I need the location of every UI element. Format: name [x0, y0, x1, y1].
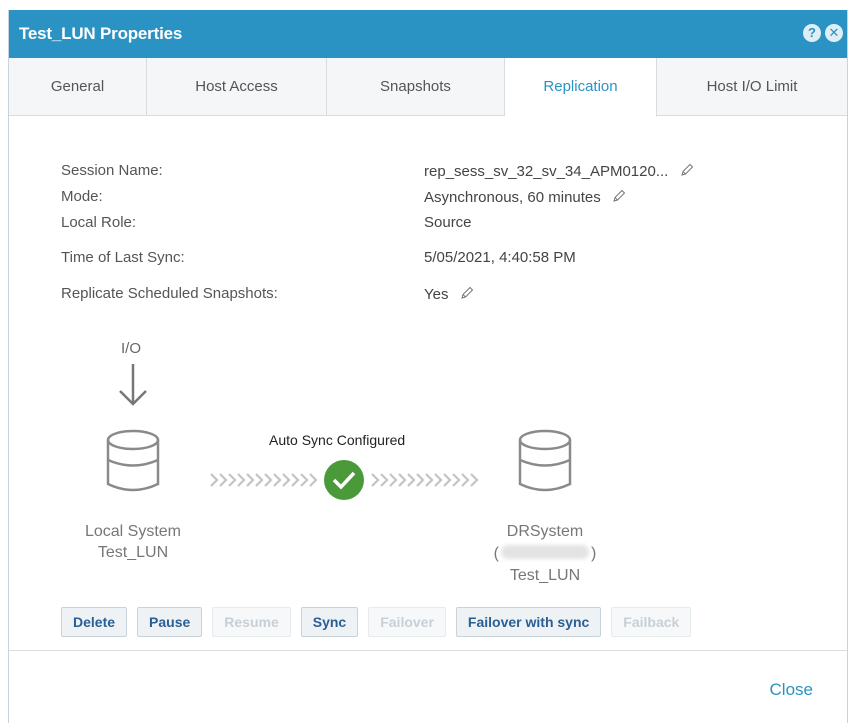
close-icon[interactable]: ✕ [825, 24, 843, 42]
tab-host-io-limit[interactable]: Host I/O Limit [657, 58, 847, 116]
remote-lun-label: Test_LUN [509, 567, 581, 584]
remote-address: () [455, 545, 635, 563]
local-lun-label: Test_LUN [97, 544, 169, 561]
edit-session-name-icon[interactable] [679, 162, 695, 178]
replication-actions: Delete Pause Resume Sync Failover Failov… [61, 607, 692, 637]
help-icon[interactable]: ? [803, 24, 821, 42]
local-role-value: Source [424, 214, 472, 231]
remote-address-close: ) [591, 545, 597, 562]
local-system-label: Local System [84, 523, 182, 540]
session-name-text: rep_sess_sv_32_sv_34_APM0120... [424, 163, 669, 180]
failback-button[interactable]: Failback [611, 607, 692, 637]
dialog-title: Test_LUN Properties [19, 24, 183, 43]
check-circle-icon [324, 460, 364, 500]
replication-link [210, 460, 479, 500]
mode-label: Mode: [61, 188, 103, 205]
sync-status-label: Auto Sync Configured [269, 432, 406, 448]
session-name-label: Session Name: [61, 162, 163, 179]
session-name-value: rep_sess_sv_32_sv_34_APM0120... [424, 162, 695, 180]
chevrons-left-icon [210, 473, 318, 487]
tab-snapshots[interactable]: Snapshots [327, 58, 505, 116]
io-label: I/O [121, 340, 142, 357]
remote-system-label: DRSystem [506, 523, 584, 540]
arrow-down-icon [119, 364, 147, 406]
failover-button[interactable]: Failover [368, 607, 446, 637]
resume-button[interactable]: Resume [212, 607, 291, 637]
mode-text: Asynchronous, 60 minutes [424, 189, 601, 206]
last-sync-value: 5/05/2021, 4:40:58 PM [424, 249, 576, 266]
tab-general[interactable]: General [9, 58, 147, 116]
footer-divider [9, 650, 847, 651]
remote-address-open: ( [493, 545, 499, 562]
last-sync-label: Time of Last Sync: [61, 249, 185, 266]
close-button[interactable]: Close [770, 680, 813, 700]
sync-button[interactable]: Sync [300, 607, 359, 637]
dialog-title-bar: Test_LUN Properties ? ✕ [9, 10, 847, 58]
mode-value: Asynchronous, 60 minutes [424, 188, 627, 206]
tab-replication[interactable]: Replication [505, 58, 657, 117]
replicate-snapshots-text: Yes [424, 286, 449, 303]
edit-replicate-snapshots-icon[interactable] [459, 285, 475, 301]
replicate-snapshots-label: Replicate Scheduled Snapshots: [61, 285, 278, 302]
tab-host-access[interactable]: Host Access [147, 58, 327, 116]
local-role-label: Local Role: [61, 214, 137, 231]
local-database-icon [106, 429, 160, 492]
redacted-ip [501, 545, 589, 559]
tab-bar: General Host Access Snapshots Replicatio… [9, 58, 847, 117]
remote-database-icon [518, 429, 572, 492]
chevrons-right-icon [371, 473, 479, 487]
edit-mode-icon[interactable] [611, 188, 627, 204]
delete-button[interactable]: Delete [61, 607, 128, 637]
replicate-snapshots-value: Yes [424, 285, 475, 303]
failover-with-sync-button[interactable]: Failover with sync [455, 607, 602, 637]
pause-button[interactable]: Pause [137, 607, 203, 637]
properties-dialog: Test_LUN Properties ? ✕ General Host Acc… [8, 10, 848, 723]
